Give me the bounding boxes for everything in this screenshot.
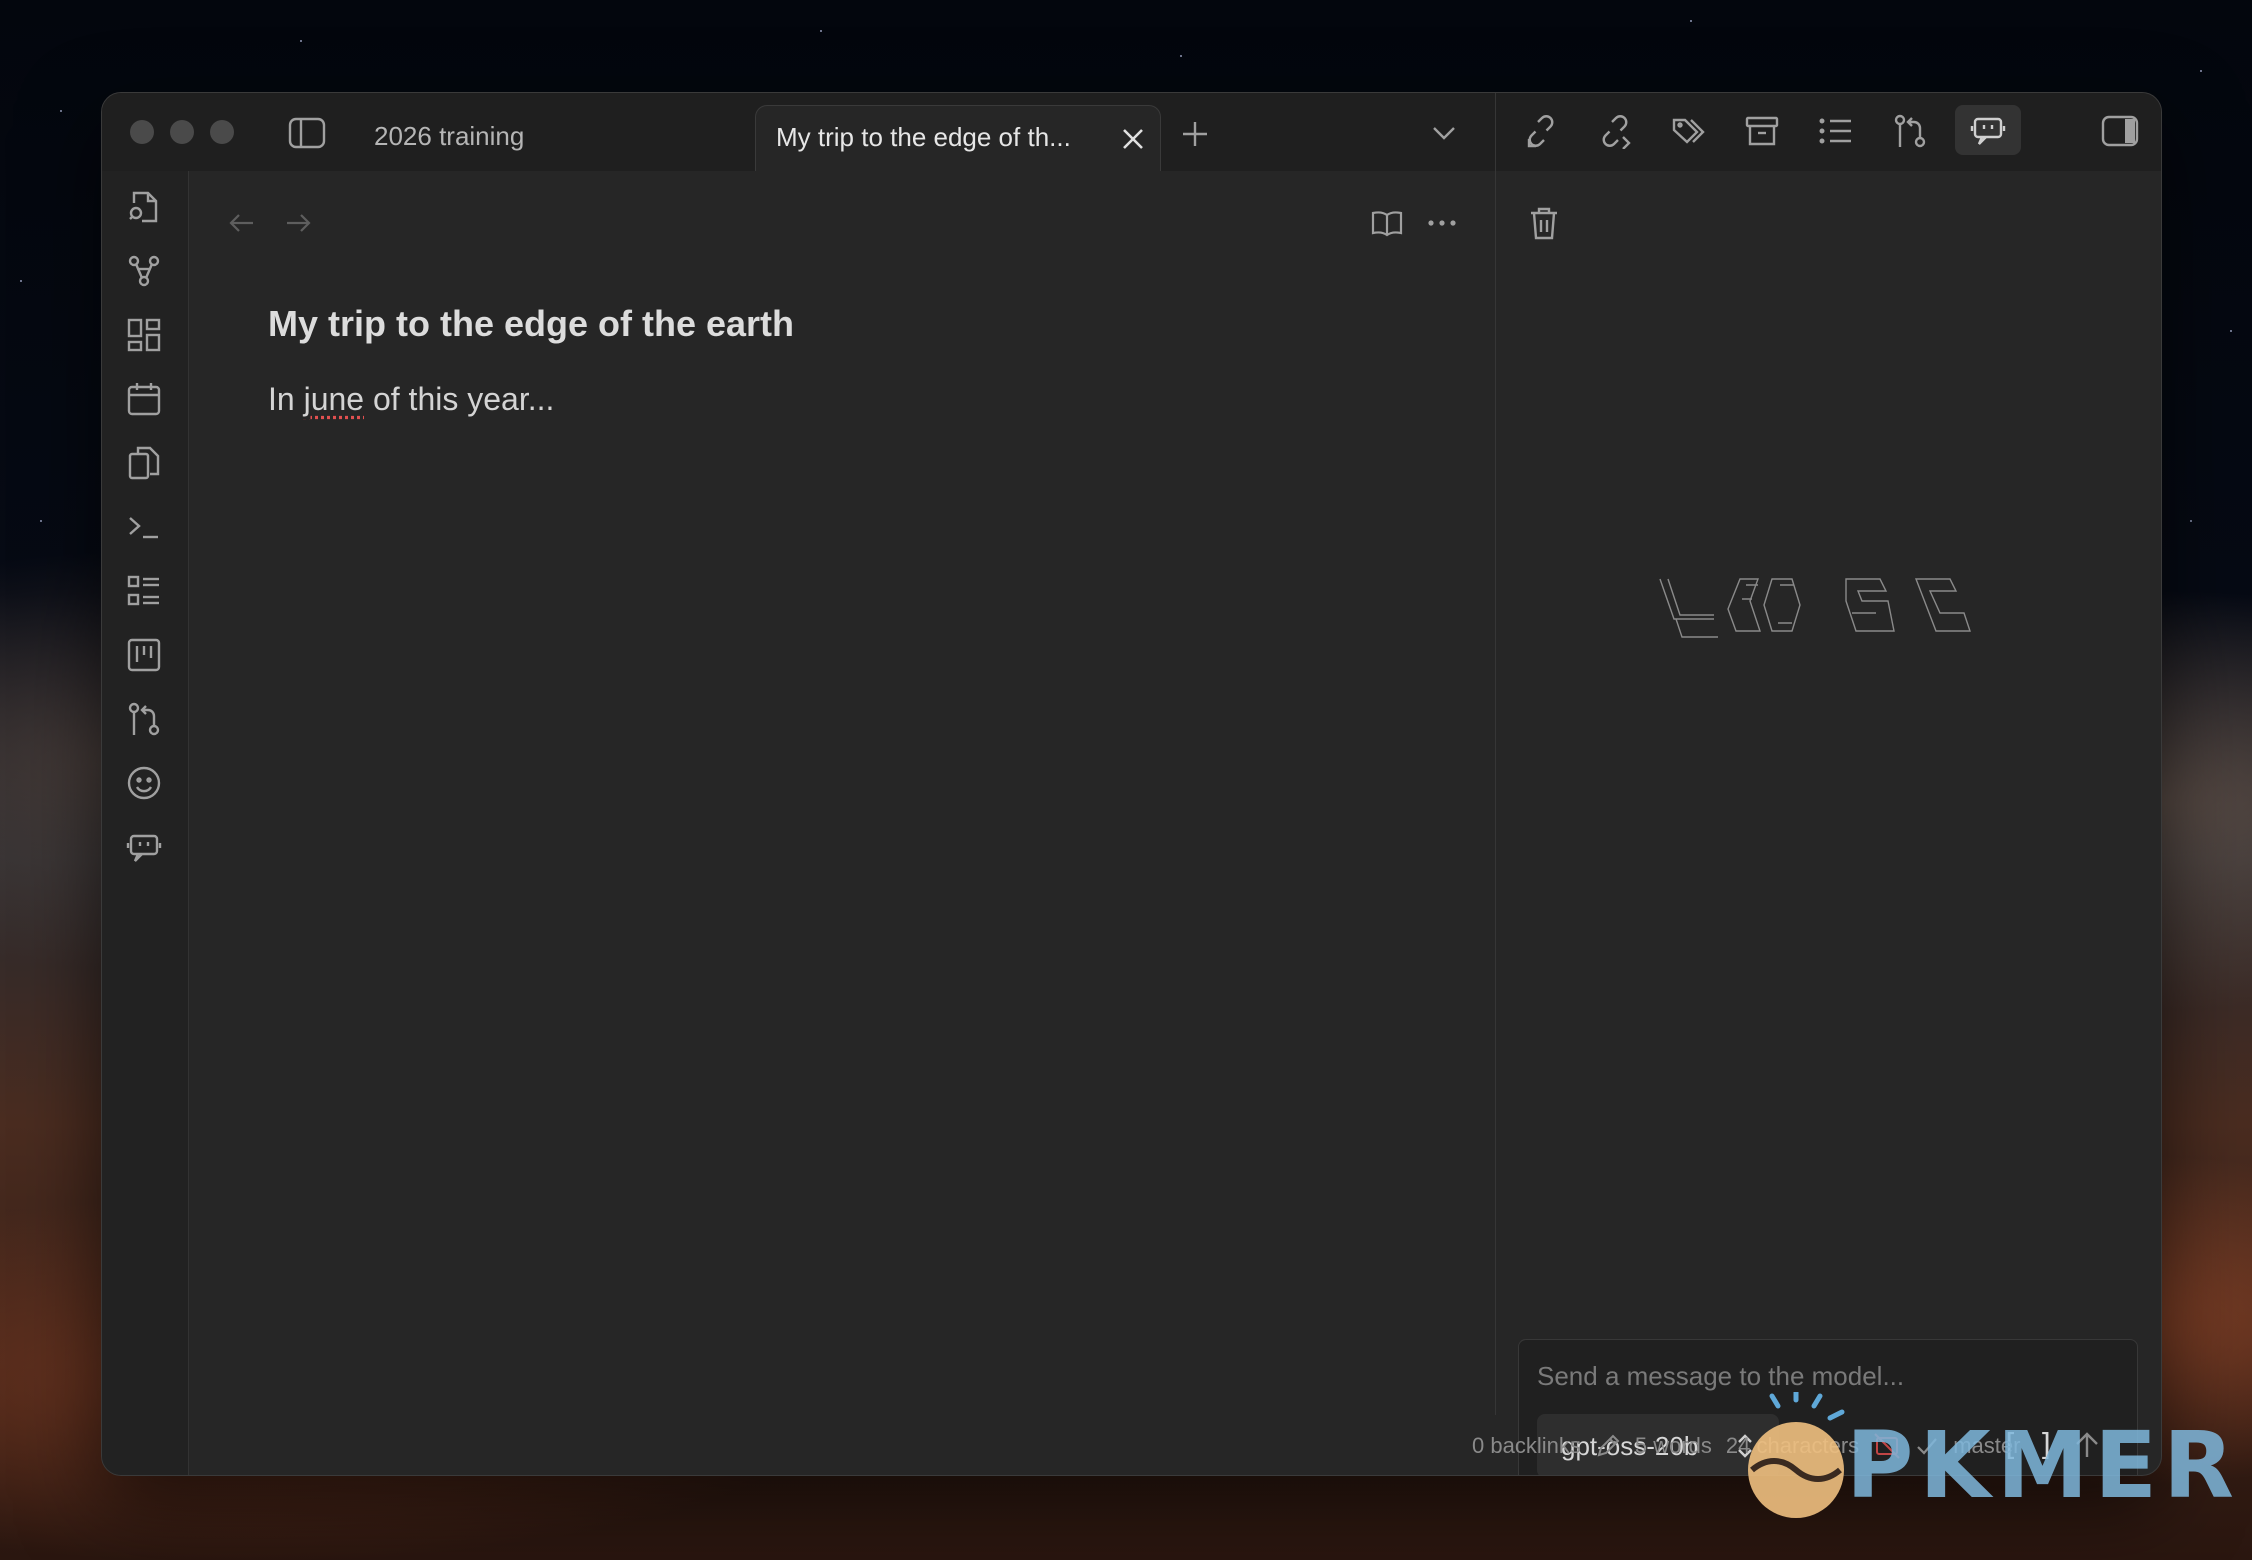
app-window: 2026 training My trip to the edge of th.… <box>101 92 2162 1476</box>
tab-label: My trip to the edge of th... <box>776 122 1071 152</box>
tab-2026-training[interactable]: 2026 training <box>374 121 524 152</box>
ai-chat-bot-icon[interactable] <box>126 829 162 865</box>
toggle-right-sidebar-icon[interactable] <box>2101 115 2139 147</box>
ascii-art-logo <box>1656 573 1986 643</box>
chevron-down-icon[interactable] <box>1430 123 1458 143</box>
left-ribbon <box>102 171 189 1475</box>
document-title[interactable]: My trip to the edge of the earth <box>268 303 794 345</box>
right-sidebar-toolbar <box>1495 93 2161 172</box>
emoji-icon[interactable] <box>126 765 162 801</box>
daily-note-icon[interactable] <box>126 381 162 417</box>
forward-arrow-icon[interactable] <box>285 213 311 233</box>
git-icon[interactable] <box>1893 113 1927 149</box>
templates-icon[interactable] <box>126 445 162 481</box>
archive-icon[interactable] <box>1745 115 1779 147</box>
command-palette-icon[interactable] <box>126 509 162 545</box>
pencil-icon[interactable] <box>1595 1433 1621 1459</box>
body-text: In <box>268 381 304 417</box>
reading-view-icon[interactable] <box>1371 209 1403 237</box>
word-count: 5 words <box>1634 1433 1712 1458</box>
canvas-icon[interactable] <box>126 317 162 353</box>
tab-my-trip[interactable]: My trip to the edge of th... <box>755 105 1161 173</box>
quick-switcher-icon[interactable] <box>126 189 162 225</box>
outgoing-links-icon[interactable] <box>1597 113 1633 149</box>
git-branch-icon[interactable] <box>126 701 162 737</box>
misspelled-word[interactable]: june <box>304 381 365 417</box>
backlinks-count[interactable]: 0 backlinks <box>1472 1433 1581 1459</box>
close-tab-icon[interactable] <box>1120 126 1146 157</box>
more-options-icon[interactable] <box>1427 219 1457 227</box>
close-window-button[interactable] <box>130 120 154 144</box>
document-body[interactable]: In june of this year... <box>268 381 554 418</box>
outline-list-icon[interactable] <box>126 573 162 609</box>
toggle-left-sidebar-icon[interactable] <box>288 117 326 149</box>
kanban-icon[interactable] <box>126 637 162 673</box>
pkmer-logo-icon <box>1748 1392 1845 1518</box>
maximize-window-button[interactable] <box>210 120 234 144</box>
new-tab-icon[interactable] <box>1180 119 1210 149</box>
body-text: of this year... <box>364 381 555 417</box>
minimize-window-button[interactable] <box>170 120 194 144</box>
bot-icon[interactable] <box>1955 105 2021 155</box>
chat-panel: gpt-oss-20b [ ] <box>1496 171 2161 1475</box>
watermark-text: PKMER <box>1846 1412 2240 1519</box>
backlinks-icon[interactable] <box>1523 113 1559 149</box>
tags-icon[interactable] <box>1671 115 1707 149</box>
tab-label: 2026 training <box>374 121 525 151</box>
pkmer-watermark: PKMER <box>1738 1392 2234 1522</box>
editor-pane: My trip to the edge of the earth In june… <box>189 171 1495 1415</box>
outline-icon[interactable] <box>1819 117 1853 145</box>
back-arrow-icon[interactable] <box>229 213 255 233</box>
trash-icon[interactable] <box>1528 205 1560 241</box>
graph-view-icon[interactable] <box>126 253 162 289</box>
title-bar: 2026 training My trip to the edge of th.… <box>102 93 1495 173</box>
